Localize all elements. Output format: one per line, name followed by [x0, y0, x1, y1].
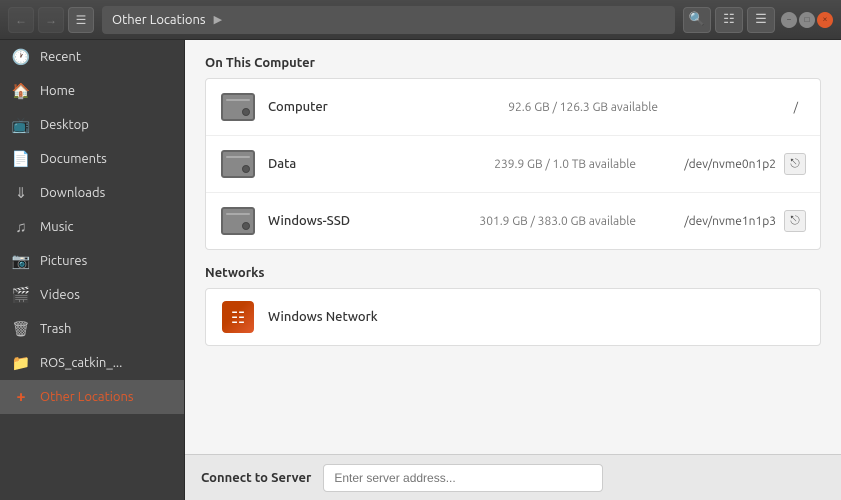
sidebar-item-desktop[interactable]: 📺 Desktop [0, 108, 184, 142]
drive-data-name: Data [268, 157, 368, 171]
downloads-icon: ⇓ [12, 184, 30, 202]
sidebar-item-pictures[interactable]: 📷 Pictures [0, 244, 184, 278]
music-icon: ♫ [12, 218, 30, 236]
content-area: On This Computer Computer 92.6 GB / 126.… [185, 40, 841, 500]
toolbar-actions: 🔍 ☷ ☰ [683, 7, 775, 33]
recent-icon: 🕐 [12, 48, 30, 66]
windows-network-name: Windows Network [268, 310, 378, 324]
sidebar-label-ros-catkin: ROS_catkin_... [40, 356, 122, 370]
sidebar-label-desktop: Desktop [40, 118, 89, 132]
drive-ssd-icon [220, 203, 256, 239]
sidebar-label-recent: Recent [40, 50, 81, 64]
main-layout: 🕐 Recent 🏠 Home 📺 Desktop 📄 Documents ⇓ … [0, 40, 841, 500]
windows-network-icon: ☷ [220, 299, 256, 335]
view-toggle-button[interactable]: ☷ [715, 7, 743, 33]
hdd-icon-ssd [221, 207, 255, 235]
window-controls: − □ × [781, 12, 833, 28]
sidebar-label-documents: Documents [40, 152, 107, 166]
sidebar-label-home: Home [40, 84, 75, 98]
networks-title: Networks [205, 266, 821, 280]
sidebar-toggle-button[interactable]: ☰ [68, 7, 94, 33]
titlebar: ← → ☰ Other Locations ▶ 🔍 ☷ ☰ − □ × [0, 0, 841, 40]
breadcrumb-arrow: ▶ [214, 13, 222, 26]
sidebar-item-downloads[interactable]: ⇓ Downloads [0, 176, 184, 210]
nav-buttons: ← → ☰ [8, 7, 94, 33]
forward-button[interactable]: → [38, 7, 64, 33]
sidebar-item-videos[interactable]: 🎬 Videos [0, 278, 184, 312]
drive-computer-icon [220, 89, 256, 125]
drive-data-icon [220, 146, 256, 182]
back-button[interactable]: ← [8, 7, 34, 33]
hdd-icon [221, 93, 255, 121]
breadcrumb[interactable]: Other Locations ▶ [102, 6, 675, 34]
desktop-icon: 📺 [12, 116, 30, 134]
drive-windows-ssd[interactable]: Windows-SSD 301.9 GB / 383.0 GB availabl… [206, 193, 820, 249]
sidebar-item-ros-catkin[interactable]: 📁 ROS_catkin_... [0, 346, 184, 380]
sidebar: 🕐 Recent 🏠 Home 📺 Desktop 📄 Documents ⇓ … [0, 40, 185, 500]
drive-ssd-name: Windows-SSD [268, 214, 368, 228]
win-network-icon: ☷ [222, 301, 254, 333]
drive-ssd-path: /dev/nvme1n1p3 [646, 215, 776, 228]
breadcrumb-label: Other Locations [112, 13, 206, 27]
server-address-input[interactable] [323, 464, 603, 492]
sidebar-item-trash[interactable]: 🗑 Trash [0, 312, 184, 346]
videos-icon: 🎬 [12, 286, 30, 304]
drive-computer-name: Computer [268, 100, 368, 114]
eject-ssd-button[interactable]: ⎋ [784, 210, 806, 232]
trash-icon: 🗑 [12, 320, 30, 338]
windows-network-item[interactable]: ☷ Windows Network [206, 289, 820, 345]
drive-ssd-info: 301.9 GB / 383.0 GB available [368, 215, 636, 228]
sidebar-label-music: Music [40, 220, 74, 234]
sidebar-item-home[interactable]: 🏠 Home [0, 74, 184, 108]
sidebar-label-pictures: Pictures [40, 254, 87, 268]
drive-computer-info: 92.6 GB / 126.3 GB available [368, 101, 658, 114]
maximize-button[interactable]: □ [799, 12, 815, 28]
drive-data-path: /dev/nvme0n1p2 [646, 158, 776, 171]
connect-to-server-bar: Connect to Server [185, 454, 841, 500]
networks-list: ☷ Windows Network [205, 288, 821, 346]
hdd-icon-data [221, 150, 255, 178]
drive-computer-path: / [668, 101, 798, 114]
home-icon: 🏠 [12, 82, 30, 100]
sidebar-item-other-locations[interactable]: + Other Locations [0, 380, 184, 414]
sidebar-label-videos: Videos [40, 288, 80, 302]
sidebar-label-other-locations: Other Locations [40, 390, 134, 404]
connect-label: Connect to Server [201, 471, 311, 485]
documents-icon: 📄 [12, 150, 30, 168]
close-button[interactable]: × [817, 12, 833, 28]
drive-computer[interactable]: Computer 92.6 GB / 126.3 GB available / [206, 79, 820, 136]
drive-data[interactable]: Data 239.9 GB / 1.0 TB available /dev/nv… [206, 136, 820, 193]
minimize-button[interactable]: − [781, 12, 797, 28]
sidebar-item-recent[interactable]: 🕐 Recent [0, 40, 184, 74]
ros-icon: 📁 [12, 354, 30, 372]
sidebar-item-music[interactable]: ♫ Music [0, 210, 184, 244]
sidebar-label-trash: Trash [40, 322, 71, 336]
menu-button[interactable]: ☰ [747, 7, 775, 33]
pictures-icon: 📷 [12, 252, 30, 270]
drives-list: Computer 92.6 GB / 126.3 GB available / … [205, 78, 821, 250]
on-this-computer-title: On This Computer [205, 56, 821, 70]
content-scroll: On This Computer Computer 92.6 GB / 126.… [185, 40, 841, 454]
sidebar-label-downloads: Downloads [40, 186, 105, 200]
drive-data-info: 239.9 GB / 1.0 TB available [368, 158, 636, 171]
sidebar-item-documents[interactable]: 📄 Documents [0, 142, 184, 176]
eject-data-button[interactable]: ⎋ [784, 153, 806, 175]
search-button[interactable]: 🔍 [683, 7, 711, 33]
other-locations-icon: + [12, 388, 30, 406]
